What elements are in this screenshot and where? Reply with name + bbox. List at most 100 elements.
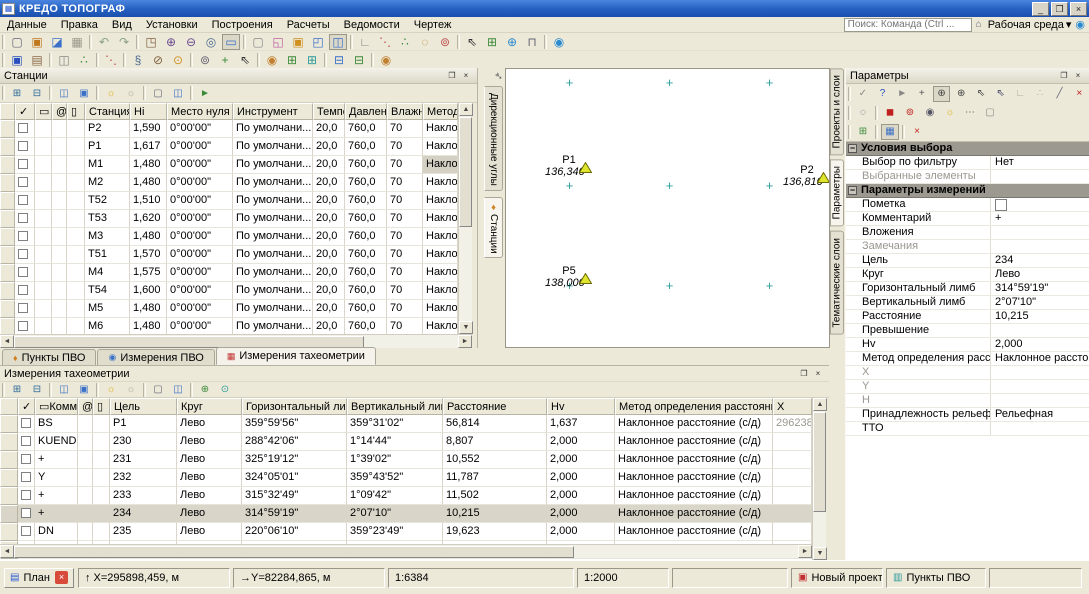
- marker-cell[interactable]: [67, 138, 85, 156]
- cursor-icon[interactable]: ⇖: [463, 34, 481, 50]
- temp-cell[interactable]: 20,0: [313, 246, 345, 264]
- temp-cell[interactable]: 20,0: [313, 264, 345, 282]
- plus-icon[interactable]: +: [913, 86, 931, 102]
- zoom-out-icon[interactable]: ⊖: [182, 34, 200, 50]
- pressure-column-header[interactable]: Давлен: [345, 103, 387, 120]
- circle-cell[interactable]: Лево: [177, 487, 242, 505]
- table-row[interactable]: BS P1 Лево 359°59'56" 359°31'02" 56,814 …: [0, 415, 812, 433]
- distance-cell[interactable]: 10,215: [443, 505, 547, 523]
- current-scale[interactable]: 1:6384: [388, 568, 574, 588]
- circle-cell[interactable]: Лево: [177, 415, 242, 433]
- pressure-cell[interactable]: 760,0: [345, 210, 387, 228]
- clip-cell[interactable]: [52, 156, 67, 174]
- toolbar-separator[interactable]: [371, 53, 374, 67]
- close-panel-button[interactable]: ×: [811, 368, 825, 380]
- temp-cell[interactable]: 20,0: [313, 210, 345, 228]
- property-value[interactable]: Нет: [990, 156, 1089, 169]
- vlimb-cell[interactable]: 1°14'44": [347, 433, 443, 451]
- property-value[interactable]: [990, 366, 1089, 379]
- marker-cell[interactable]: [93, 523, 110, 541]
- menu-item[interactable]: Чертеж: [407, 18, 459, 32]
- row-header[interactable]: [0, 192, 15, 210]
- clip-column-header[interactable]: @: [52, 103, 67, 120]
- document-icon[interactable]: ▢: [981, 105, 999, 121]
- collapse-icon[interactable]: −: [848, 186, 857, 195]
- station-cell[interactable]: M4: [85, 264, 130, 282]
- row-header[interactable]: [0, 469, 18, 487]
- vlimb-cell[interactable]: 359°31'02": [347, 415, 443, 433]
- temp-cell[interactable]: 20,0: [313, 228, 345, 246]
- menu-item[interactable]: Установки: [139, 18, 205, 32]
- preview-icon[interactable]: ▢: [149, 382, 167, 398]
- property-value[interactable]: [989, 142, 1089, 155]
- collapse-icon[interactable]: [846, 212, 860, 225]
- zero-cell[interactable]: 0°00'00": [167, 138, 233, 156]
- paste-icon[interactable]: ▣: [75, 85, 93, 101]
- comment-cell[interactable]: [35, 246, 52, 264]
- frame-icon[interactable]: ◫: [169, 85, 187, 101]
- scroll-left-button[interactable]: ◄: [0, 545, 14, 558]
- pressure-cell[interactable]: 760,0: [345, 174, 387, 192]
- method-cell[interactable]: Наклонное: [423, 246, 458, 264]
- temp-cell[interactable]: 20,0: [313, 120, 345, 138]
- plan-close-icon[interactable]: ×: [55, 571, 68, 584]
- property-row[interactable]: Y: [846, 380, 1089, 394]
- layer-plan-icon[interactable]: ▢: [249, 34, 267, 50]
- instrument-cell[interactable]: По умолчани...: [233, 210, 313, 228]
- humidity-cell[interactable]: 70: [387, 174, 423, 192]
- row-header[interactable]: [0, 300, 15, 318]
- pin-icon[interactable]: ⊙: [169, 52, 187, 68]
- instrument-cell[interactable]: По умолчани...: [233, 246, 313, 264]
- toolbar-separator[interactable]: [143, 383, 146, 397]
- clip-cell[interactable]: [52, 228, 67, 246]
- insert-row-icon[interactable]: ⊞: [8, 85, 26, 101]
- temp-cell[interactable]: 20,0: [313, 282, 345, 300]
- marker-cell[interactable]: [67, 282, 85, 300]
- distance-column-header[interactable]: Расстояние: [443, 398, 547, 415]
- property-row[interactable]: Замечания: [846, 240, 1089, 254]
- clip-cell[interactable]: [52, 192, 67, 210]
- next-icon[interactable]: ►: [893, 86, 911, 102]
- clip-cell[interactable]: [78, 487, 93, 505]
- clip-cell[interactable]: [78, 415, 93, 433]
- snap-icon[interactable]: ∴: [1031, 86, 1049, 102]
- hi-column-header[interactable]: Hi: [130, 103, 167, 120]
- station-cell[interactable]: P1: [85, 138, 130, 156]
- comment-cell[interactable]: [35, 156, 52, 174]
- toolbar-separator[interactable]: [190, 53, 193, 67]
- pick-point-icon[interactable]: ⇖: [236, 52, 254, 68]
- humidity-cell[interactable]: 70: [387, 300, 423, 318]
- property-row[interactable]: ТТО: [846, 422, 1089, 436]
- pressure-cell[interactable]: 760,0: [345, 282, 387, 300]
- table-row[interactable]: M2 1,480 0°00'00" По умолчани... 20,0 76…: [0, 174, 458, 192]
- chart-icon[interactable]: ◫: [55, 52, 73, 68]
- target-cell[interactable]: 232: [110, 469, 177, 487]
- property-value[interactable]: 2,000: [990, 338, 1089, 351]
- comment-cell[interactable]: +: [35, 487, 78, 505]
- layer-frame-icon[interactable]: ▣: [289, 34, 307, 50]
- delete-row-icon[interactable]: ⊟: [28, 85, 46, 101]
- monitor-view-icon[interactable]: ▭: [222, 34, 240, 50]
- menu-item[interactable]: Ведомости: [337, 18, 407, 32]
- zero-cell[interactable]: 0°00'00": [167, 264, 233, 282]
- bulb-on-icon[interactable]: ☼: [102, 85, 120, 101]
- copy-icon[interactable]: ◫: [55, 85, 73, 101]
- table-row[interactable]: + 234 Лево 314°59'19" 2°07'10" 10,215 2,…: [0, 505, 812, 523]
- zoom-in-icon[interactable]: ⊕: [162, 34, 180, 50]
- station-column-header[interactable]: Станция: [85, 103, 130, 120]
- search-small-icon[interactable]: ⊚: [196, 52, 214, 68]
- toolbar-separator[interactable]: [49, 86, 52, 100]
- pressure-cell[interactable]: 760,0: [345, 192, 387, 210]
- scroll-down-button[interactable]: ▼: [813, 547, 827, 560]
- crosshair-move-icon[interactable]: ⊕: [933, 86, 951, 102]
- row-checkbox[interactable]: [15, 282, 35, 300]
- hlimb-cell[interactable]: 220°06'10": [242, 523, 347, 541]
- dim-icon[interactable]: ∟: [1011, 86, 1029, 102]
- temp-cell[interactable]: 20,0: [313, 318, 345, 334]
- hlimb-cell[interactable]: 325°19'12": [242, 451, 347, 469]
- pressure-cell[interactable]: 760,0: [345, 300, 387, 318]
- row-checkbox[interactable]: [15, 318, 35, 334]
- clip-cell[interactable]: [52, 246, 67, 264]
- hv-column-header[interactable]: Hv: [547, 398, 615, 415]
- side-tab[interactable]: Проекты и слои: [830, 68, 844, 155]
